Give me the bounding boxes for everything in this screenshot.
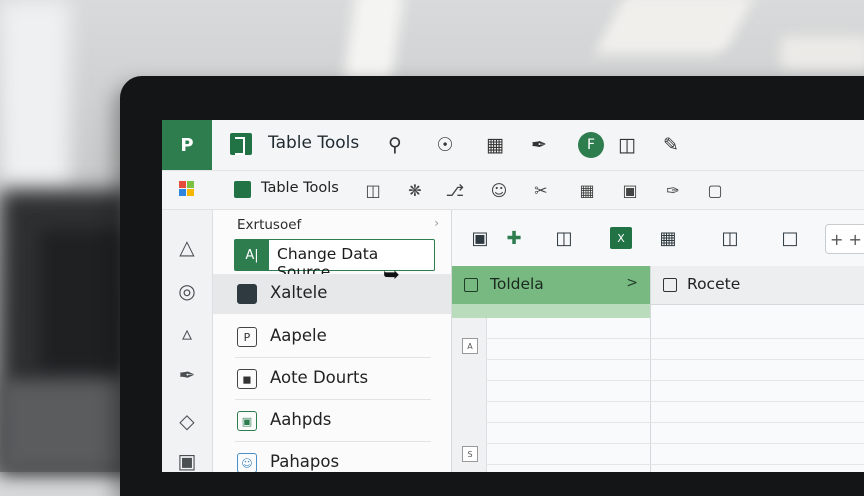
grid-line [486, 401, 864, 402]
background-ceiling-light [594, 0, 756, 54]
chevron-right-icon[interactable]: › [434, 216, 439, 230]
window-title: Table Tools [268, 133, 360, 153]
divider [235, 357, 431, 358]
panel-item-label: Aote Dourts [270, 368, 369, 387]
background-ceiling-light [780, 36, 864, 70]
people-icon: ☺ [237, 453, 257, 472]
draw-icon[interactable]: ✒ [172, 360, 202, 390]
table-icon[interactable]: ◫ [360, 177, 386, 203]
panel-item-pahapos[interactable]: ☺ Pahapos [213, 443, 451, 472]
grid-line [486, 443, 864, 444]
excel-icon[interactable]: X [610, 227, 632, 249]
office-logo-icon [179, 181, 195, 197]
panel-item-label: Pahapos [270, 452, 340, 471]
left-rail: △ ◎ ▵ ✒ ◇ ▣ [162, 210, 213, 472]
column-header-label: Toldela [490, 275, 544, 293]
divider [235, 399, 431, 400]
row-marker[interactable]: S [462, 446, 478, 462]
page-icon: P [237, 327, 257, 347]
ribbon-label: Table Tools [261, 180, 339, 196]
panel-item-aapele[interactable]: P Aapele [213, 317, 451, 357]
grid-line [486, 422, 864, 423]
change-source-badge: A| [235, 240, 269, 270]
grid-line [486, 380, 864, 381]
table-fill-icon [237, 284, 257, 304]
shapes-icon[interactable]: △ [172, 232, 202, 262]
mouse-cursor-icon: ➥ [383, 262, 400, 286]
edit-icon[interactable]: ✎ [656, 130, 686, 160]
share-icon[interactable]: ❋ [402, 177, 428, 203]
pen-tool-icon[interactable]: ✒ [524, 130, 554, 160]
column-header-label: Rocete [687, 275, 741, 293]
row-marker[interactable]: A [462, 338, 478, 354]
panel-item-label: Aapele [270, 326, 327, 345]
excel-doc-icon[interactable]: ◫ [716, 224, 744, 252]
app-logo[interactable]: P [162, 120, 212, 170]
filter-icon[interactable]: ▵ [172, 318, 202, 348]
add-button[interactable]: + + [825, 224, 864, 254]
flag-table-icon[interactable]: ▦ [654, 224, 682, 252]
column-divider [650, 266, 651, 472]
divider [235, 441, 431, 442]
ribbon: Table Tools ◫ ❋ ⎇ ☺ ✂ ▦ ▣ ✑ ▢ [162, 171, 864, 210]
panel-item-aahpds[interactable]: ▣ Aahpds [213, 401, 451, 441]
grid-line [486, 338, 864, 339]
panel-heading: Exrtusoef [237, 217, 302, 233]
grid-line [486, 464, 864, 465]
column-type-icon [663, 278, 677, 292]
user-icon[interactable]: ☺ [486, 177, 512, 203]
grid-line [486, 359, 864, 360]
grid-icon[interactable]: ▦ [480, 130, 510, 160]
panel-item-xaltele[interactable]: Xaltele [213, 274, 451, 314]
person-pin-icon[interactable]: ☉ [430, 130, 460, 160]
panel-item-label: Aahpds [270, 410, 332, 429]
app-window: P Table Tools ⚲ ☉ ▦ ✒ F ◫ ✎ Table Tools … [162, 120, 864, 472]
excel-doc-icon [230, 133, 252, 155]
tag-icon[interactable]: ⎇ [442, 177, 468, 203]
title-bar: P Table Tools ⚲ ☉ ▦ ✒ F ◫ ✎ [162, 120, 864, 171]
chevron-right-icon[interactable]: > [626, 275, 638, 291]
column-header-rocete[interactable]: Rocete [651, 266, 864, 305]
data-grid: Toldela > Rocete A S [452, 266, 864, 472]
target-icon[interactable]: ◎ [172, 276, 202, 306]
column-type-icon [464, 278, 478, 292]
insert-icon[interactable]: ▣ [466, 224, 494, 252]
frame-icon[interactable]: ▢ [702, 177, 728, 203]
chart-icon[interactable]: ▦ [574, 177, 600, 203]
background-window [0, 0, 70, 190]
add-field-icon[interactable]: ✚ [500, 224, 528, 252]
column-header-toldela[interactable]: Toldela > [452, 266, 650, 304]
columns-icon[interactable]: ◫ [550, 224, 578, 252]
comment-icon[interactable]: □ [776, 224, 804, 252]
stamp-icon[interactable]: ▣ [172, 446, 202, 472]
panel-item-label: Xaltele [270, 283, 328, 302]
tag-outline-icon[interactable]: ◇ [172, 406, 202, 436]
panel-icon[interactable]: ◫ [612, 130, 642, 160]
main-toolbar: ▣ ✚ ◫ X ▦ ◫ □ [452, 210, 864, 266]
cup-icon: ◼ [237, 369, 257, 389]
column-highlight [452, 304, 650, 318]
search-icon[interactable]: ⚲ [380, 130, 410, 160]
change-data-source-button[interactable]: A| Change Data Source [234, 239, 435, 281]
background-shadow [40, 230, 120, 370]
excel-circle-icon[interactable]: F [578, 132, 604, 158]
panel-item-aote-dourts[interactable]: ◼ Aote Dourts [213, 359, 451, 399]
app-logo-glyph: P [180, 134, 194, 156]
pen-icon[interactable]: ✑ [660, 177, 686, 203]
image-icon[interactable]: ▣ [617, 177, 643, 203]
background-ceiling-light [343, 0, 405, 80]
row-gutter: A S [452, 318, 487, 472]
scissors-icon[interactable]: ✂ [528, 177, 554, 203]
image-green-icon: ▣ [237, 411, 257, 431]
side-panel: Exrtusoef › A| Change Data Source Xaltel… [213, 210, 452, 472]
excel-doc-icon [234, 181, 251, 198]
